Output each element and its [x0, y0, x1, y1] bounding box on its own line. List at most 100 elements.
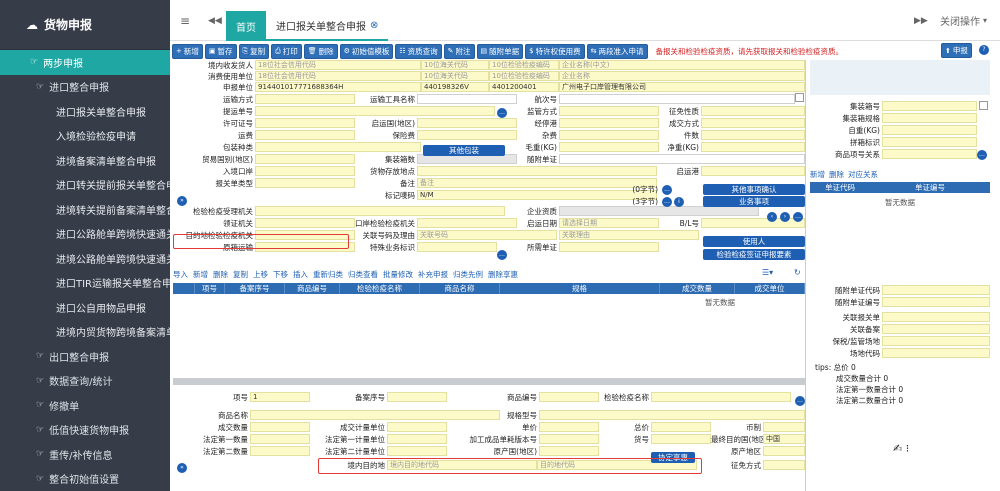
other-pack-button[interactable]: 其他包装: [423, 145, 505, 156]
form-field[interactable]: [651, 434, 711, 444]
toolbar-button-7[interactable]: ✎ 附注: [443, 43, 475, 59]
form-field[interactable]: 10位海关代码: [421, 71, 489, 81]
sidebar-item-11[interactable]: 进境内贸货物跨境备案清单: [0, 320, 170, 345]
form-field[interactable]: [255, 94, 355, 104]
help-icon[interactable]: ?: [979, 45, 989, 55]
sidebar-item-7[interactable]: 进口公路舱单跨境快速通关报关单整合申报: [0, 222, 170, 247]
sidebar-item-8[interactable]: 进境公路舱单跨境快速通关备案清单整合申报: [0, 246, 170, 271]
relation-field[interactable]: [882, 312, 990, 322]
goods-toolbar-item[interactable]: 删除享惠: [488, 269, 518, 280]
sidebar-item-1[interactable]: ☞ 进口整合申报: [0, 75, 170, 100]
toolbar-button-3[interactable]: ⎙ 打印: [271, 43, 302, 59]
collapse-icon[interactable]: »: [177, 196, 187, 206]
goods-toolbar-item[interactable]: 新增: [193, 269, 208, 280]
horizontal-scrollbar[interactable]: [173, 378, 805, 385]
attach-field[interactable]: [882, 285, 990, 295]
form-field[interactable]: [539, 434, 599, 444]
relation-field[interactable]: [882, 324, 990, 334]
more-icon[interactable]: …: [793, 212, 803, 222]
tab-import-declaration[interactable]: 进口报关单整合申报 ⊗: [266, 11, 389, 41]
sidebar-item-2[interactable]: 进口报关单整合申报: [0, 99, 170, 124]
sidebar-item-3[interactable]: 入境检验检疫申请: [0, 124, 170, 149]
form-field[interactable]: [559, 106, 659, 116]
toolbar-button-4[interactable]: 🗑 删除: [303, 43, 338, 59]
form-field[interactable]: [701, 166, 805, 176]
lookup-icon[interactable]: …: [497, 108, 507, 118]
form-field[interactable]: [255, 106, 495, 116]
container-toolbar-item[interactable]: 对应关系: [848, 170, 878, 179]
form-field[interactable]: [539, 422, 599, 432]
goods-toolbar-item[interactable]: 下移: [273, 269, 288, 280]
sidebar-item-14[interactable]: ☞ 修撤单: [0, 393, 170, 418]
form-field[interactable]: [255, 206, 505, 216]
container-field[interactable]: [882, 113, 977, 123]
declare-button[interactable]: ⬆ 申报: [941, 43, 972, 58]
goods-toolbar-item[interactable]: 批量修改: [383, 269, 413, 280]
toolbar-button-6[interactable]: ☷ 资质查询: [395, 43, 442, 59]
form-field[interactable]: [763, 460, 805, 470]
form-field[interactable]: 关联号码: [417, 230, 557, 240]
form-field[interactable]: [387, 434, 447, 444]
relation-field[interactable]: [882, 348, 990, 358]
tab-close-icon[interactable]: ⊗: [370, 20, 378, 31]
sign-icon[interactable]: ✍︎ ⁝: [893, 442, 909, 455]
info-icon[interactable]: i: [674, 197, 684, 207]
sidebar-item-4[interactable]: 进境备案清单整合申报: [0, 148, 170, 173]
relation-field[interactable]: [882, 336, 990, 346]
special-lookup-icon[interactable]: …: [497, 250, 507, 260]
form-field[interactable]: 18位社会信用代码: [255, 60, 421, 70]
flag-checkbox[interactable]: [795, 93, 804, 102]
next-icon[interactable]: ›: [780, 212, 790, 222]
form-field[interactable]: [250, 422, 310, 432]
form-field[interactable]: [417, 166, 657, 176]
form-field[interactable]: [701, 142, 805, 152]
sidebar-item-17[interactable]: ☞ 整合初始值设置: [0, 467, 170, 491]
form-field[interactable]: [387, 422, 447, 432]
sidebar-item-5[interactable]: 进口转关提前报关单整合申报: [0, 173, 170, 198]
close-ops-button[interactable]: 关闭操作 ▾: [940, 0, 987, 41]
form-field[interactable]: [255, 154, 355, 164]
form-field[interactable]: [559, 94, 795, 104]
form-field[interactable]: 请选择日期: [559, 218, 659, 228]
scroll-right-icon[interactable]: ▶▶: [914, 0, 928, 41]
sidebar-item-9[interactable]: 进口TIR运输报关单整合申报: [0, 271, 170, 296]
container-field[interactable]: [882, 149, 977, 159]
form-field[interactable]: [250, 446, 310, 456]
view-options-icon[interactable]: ☰▾: [762, 268, 773, 277]
sidebar-item-15[interactable]: ☞ 低值快速货物申报: [0, 418, 170, 443]
goods-toolbar-item[interactable]: 归类查看: [348, 269, 378, 280]
form-field[interactable]: [255, 130, 355, 140]
other-confirm-button[interactable]: 其他事项确认: [703, 184, 805, 195]
sidebar-item-0[interactable]: ☞ 两步申报: [0, 50, 170, 75]
form-field[interactable]: 企业名称(中文): [559, 60, 805, 70]
form-field[interactable]: [763, 446, 805, 456]
form-field[interactable]: [539, 410, 805, 420]
goods-toolbar-item[interactable]: 删除: [213, 269, 228, 280]
form-field[interactable]: 中国: [763, 434, 805, 444]
container-field[interactable]: [882, 125, 977, 135]
form-field[interactable]: 10位海关代码: [421, 60, 489, 70]
form-field[interactable]: [417, 130, 517, 140]
prev-icon[interactable]: ‹: [767, 212, 777, 222]
toolbar-button-5[interactable]: ⚙ 初始值模板: [339, 43, 394, 59]
form-field[interactable]: [651, 422, 711, 432]
container-field[interactable]: [882, 101, 977, 111]
form-field[interactable]: [701, 118, 805, 128]
form-field[interactable]: [255, 142, 421, 152]
toolbar-button-2[interactable]: ⎘ 复制: [238, 43, 270, 59]
remark-more-icon[interactable]: …: [662, 185, 672, 195]
sidebar-item-6[interactable]: 进境转关提前备案清单整合申报: [0, 197, 170, 222]
form-field[interactable]: 10位检验检疫编码: [489, 60, 559, 70]
form-field[interactable]: [701, 130, 805, 140]
container-toolbar-item[interactable]: 新增: [810, 170, 825, 179]
form-field[interactable]: [539, 392, 599, 402]
form-field[interactable]: 关联理由: [559, 230, 699, 240]
business-button[interactable]: 业务事项: [703, 196, 805, 207]
refresh-icon[interactable]: ↻: [794, 268, 801, 277]
form-field[interactable]: [255, 166, 355, 176]
expand-icon[interactable]: »: [177, 463, 187, 473]
toolbar-button-10[interactable]: ⇆ 两段准入申请: [586, 43, 648, 59]
form-field[interactable]: [255, 218, 355, 228]
tab-home[interactable]: 首页: [226, 11, 266, 41]
form-field[interactable]: [255, 118, 355, 128]
